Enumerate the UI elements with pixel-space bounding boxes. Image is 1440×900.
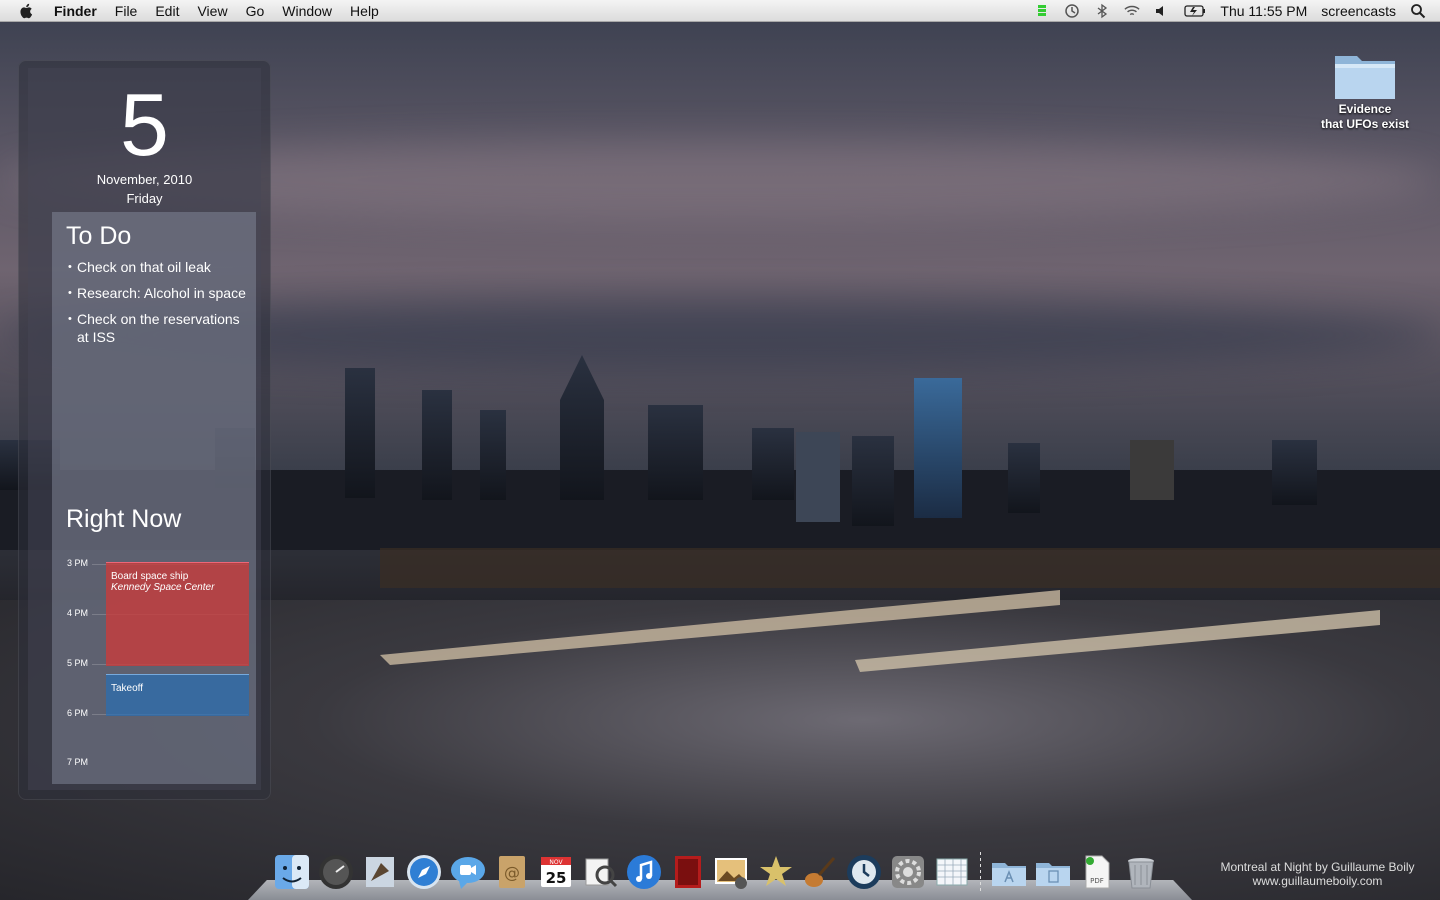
date-weekday: Friday <box>126 191 163 206</box>
calendar-todo-widget: 5 November, 2010 Friday To Do Check on t… <box>18 60 271 800</box>
menu-go[interactable]: Go <box>246 3 265 19</box>
date-day-number: 5 <box>120 75 169 174</box>
menubar-clock[interactable]: Thu 11:55 PM <box>1220 3 1307 19</box>
right-now-title: Right Now <box>66 505 182 533</box>
iphoto-icon[interactable] <box>712 852 752 892</box>
menu-window[interactable]: Window <box>282 3 332 19</box>
event-board-space-ship[interactable]: Board space ship Kennedy Space Center <box>106 562 249 666</box>
documents-folder-icon[interactable] <box>1033 852 1073 892</box>
battery-icon[interactable] <box>1184 3 1206 19</box>
ichat-icon[interactable] <box>448 852 488 892</box>
system-preferences-icon[interactable] <box>888 852 928 892</box>
date-month-year: November, 2010 <box>96 172 193 187</box>
time-machine-icon[interactable] <box>1064 3 1080 19</box>
folder-label-line2: that UFOs exist <box>1320 117 1410 131</box>
todo-item[interactable]: Check on the reservations at ISS <box>68 310 248 346</box>
imovie-icon[interactable] <box>756 852 796 892</box>
safari-icon[interactable] <box>404 852 444 892</box>
pdf-file-icon[interactable]: PDF <box>1077 852 1117 892</box>
event-title: Board space ship <box>111 571 189 582</box>
svg-text:@: @ <box>504 863 520 882</box>
event-takeoff[interactable]: Takeoff <box>106 674 249 716</box>
mail-icon[interactable] <box>360 852 400 892</box>
todo-item[interactable]: Research: Alcohol in space <box>68 284 248 302</box>
hour-label: 6 PM <box>67 708 89 718</box>
hour-label: 5 PM <box>67 658 89 668</box>
itunes-icon[interactable] <box>624 852 664 892</box>
desktop-folder-evidence[interactable]: Evidence that UFOs exist <box>1310 48 1420 132</box>
fast-user-switch[interactable]: screencasts <box>1321 3 1396 19</box>
menu-edit[interactable]: Edit <box>155 3 179 19</box>
todo-section: To Do Check on that oil leak Research: A… <box>52 212 256 492</box>
photo-booth-icon[interactable] <box>668 852 708 892</box>
hour-label: 3 PM <box>67 558 89 568</box>
menu-file[interactable]: File <box>115 3 138 19</box>
dock: @ NOV 25 PDF <box>270 844 1163 892</box>
trash-icon[interactable] <box>1121 852 1161 892</box>
garageband-icon[interactable] <box>800 852 840 892</box>
address-book-icon[interactable]: @ <box>492 852 532 892</box>
credit-line-1: Montreal at Night by Guillaume Boily <box>1220 860 1415 874</box>
event-title: Takeoff <box>111 683 144 694</box>
menu-bar: Finder File Edit View Go Window Help Thu… <box>0 0 1440 22</box>
hour-label: 4 PM <box>67 608 89 618</box>
ical-icon[interactable]: NOV 25 <box>536 852 576 892</box>
wallpaper-credit: Montreal at Night by Guillaume Boily www… <box>1205 860 1430 888</box>
todo-item[interactable]: Check on that oil leak <box>68 258 248 276</box>
ical-month: NOV <box>549 859 563 866</box>
dock-separator[interactable] <box>980 852 981 892</box>
widget-background: 5 November, 2010 Friday To Do Check on t… <box>28 68 261 790</box>
right-now-section: Right Now 3 PM 4 PM 5 PM 6 PM 7 PM Board… <box>52 492 256 784</box>
spotlight-icon[interactable] <box>1410 3 1426 19</box>
menu-extras: Thu 11:55 PM screencasts <box>1034 0 1440 21</box>
todo-title: To Do <box>66 222 132 250</box>
bluetooth-icon[interactable] <box>1094 3 1110 19</box>
calendar-app-icon[interactable] <box>932 852 972 892</box>
folder-label-line1: Evidence <box>1338 102 1392 116</box>
hour-label: 7 PM <box>67 757 89 767</box>
folder-icon <box>1335 56 1395 99</box>
menu-help[interactable]: Help <box>350 3 379 19</box>
svg-text:PDF: PDF <box>1090 877 1104 885</box>
menu-view[interactable]: View <box>197 3 227 19</box>
event-location: Kennedy Space Center <box>111 582 215 593</box>
ical-date: 25 <box>546 869 567 887</box>
wifi-icon[interactable] <box>1124 3 1140 19</box>
credit-line-2: www.guillaumeboily.com <box>1252 874 1383 888</box>
finder-icon[interactable] <box>272 852 312 892</box>
preview-icon[interactable] <box>580 852 620 892</box>
applications-folder-icon[interactable] <box>989 852 1029 892</box>
apple-menu-icon[interactable] <box>18 2 36 20</box>
volume-icon[interactable] <box>1154 3 1170 19</box>
battery-meter-icon[interactable] <box>1034 3 1050 19</box>
dashboard-icon[interactable] <box>316 852 356 892</box>
time-machine-icon[interactable] <box>844 852 884 892</box>
todo-list: Check on that oil leak Research: Alcohol… <box>68 258 248 354</box>
menu-app-finder[interactable]: Finder <box>54 3 97 19</box>
